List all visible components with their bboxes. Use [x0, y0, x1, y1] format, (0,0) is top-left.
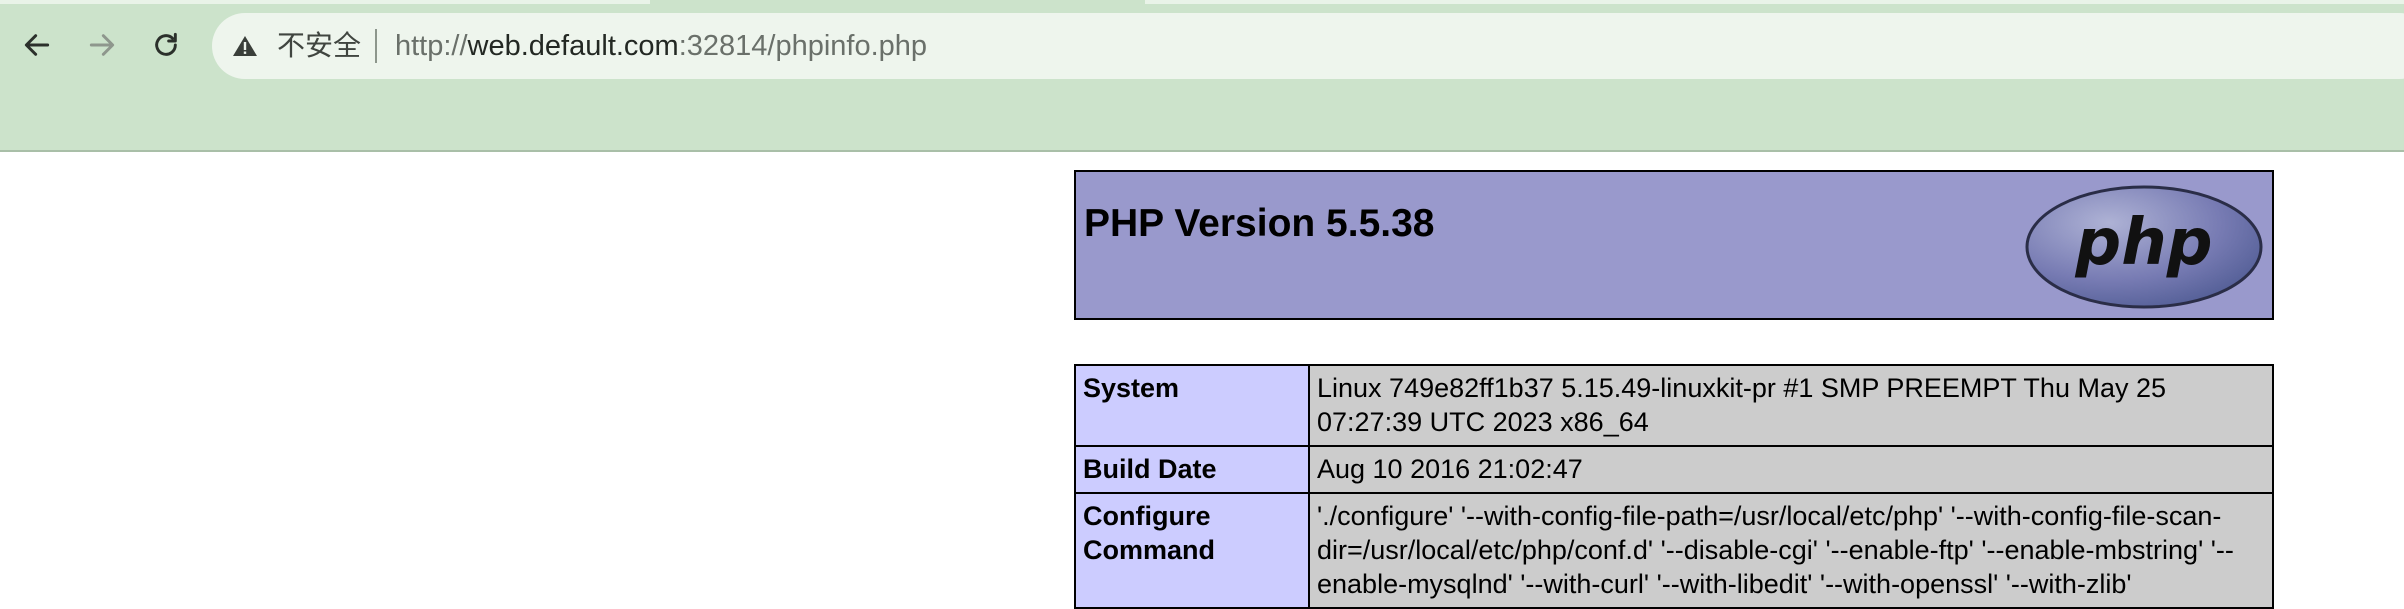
browser-toolbar: 不安全 http://web.default.com:32814/phpinfo… — [0, 0, 2404, 152]
tab-strip — [0, 0, 650, 4]
forward-arrow-icon — [89, 34, 115, 56]
php-logo[interactable]: php — [2024, 184, 2264, 310]
reload-icon — [155, 32, 177, 56]
info-value: Linux 749e82ff1b37 5.15.49-linuxkit-pr #… — [1308, 364, 2274, 447]
svg-text:php: php — [2074, 206, 2212, 280]
reload-button[interactable] — [143, 22, 189, 68]
url-scheme: http:// — [395, 30, 468, 62]
table-row: Build Date Aug 10 2016 21:02:47 — [1074, 445, 2274, 494]
url-text[interactable]: http://web.default.com:32814/phpinfo.php — [395, 27, 927, 65]
table-row: System Linux 749e82ff1b37 5.15.49-linuxk… — [1074, 364, 2274, 447]
info-key: Configure Command — [1074, 492, 1310, 609]
info-value: './configure' '--with-config-file-path=/… — [1308, 492, 2274, 609]
tab-strip — [1145, 0, 2404, 4]
url-path: :32814/phpinfo.php — [678, 30, 928, 62]
system-info-table: System Linux 749e82ff1b37 5.15.49-linuxk… — [1074, 364, 2274, 609]
warning-icon[interactable] — [232, 34, 258, 58]
divider — [375, 29, 377, 63]
url-host: web.default.com — [467, 30, 679, 62]
php-version-header: PHP Version 5.5.38 php — [1074, 170, 2274, 320]
back-arrow-icon — [24, 34, 50, 56]
info-value: Aug 10 2016 21:02:47 — [1308, 445, 2274, 494]
table-row: Configure Command './configure' '--with-… — [1074, 492, 2274, 609]
security-status-label[interactable]: 不安全 — [277, 27, 361, 65]
info-key: System — [1074, 364, 1310, 447]
info-key: Build Date — [1074, 445, 1310, 494]
forward-button[interactable] — [79, 22, 125, 68]
page-title: PHP Version 5.5.38 — [1084, 202, 1435, 245]
back-button[interactable] — [14, 22, 60, 68]
